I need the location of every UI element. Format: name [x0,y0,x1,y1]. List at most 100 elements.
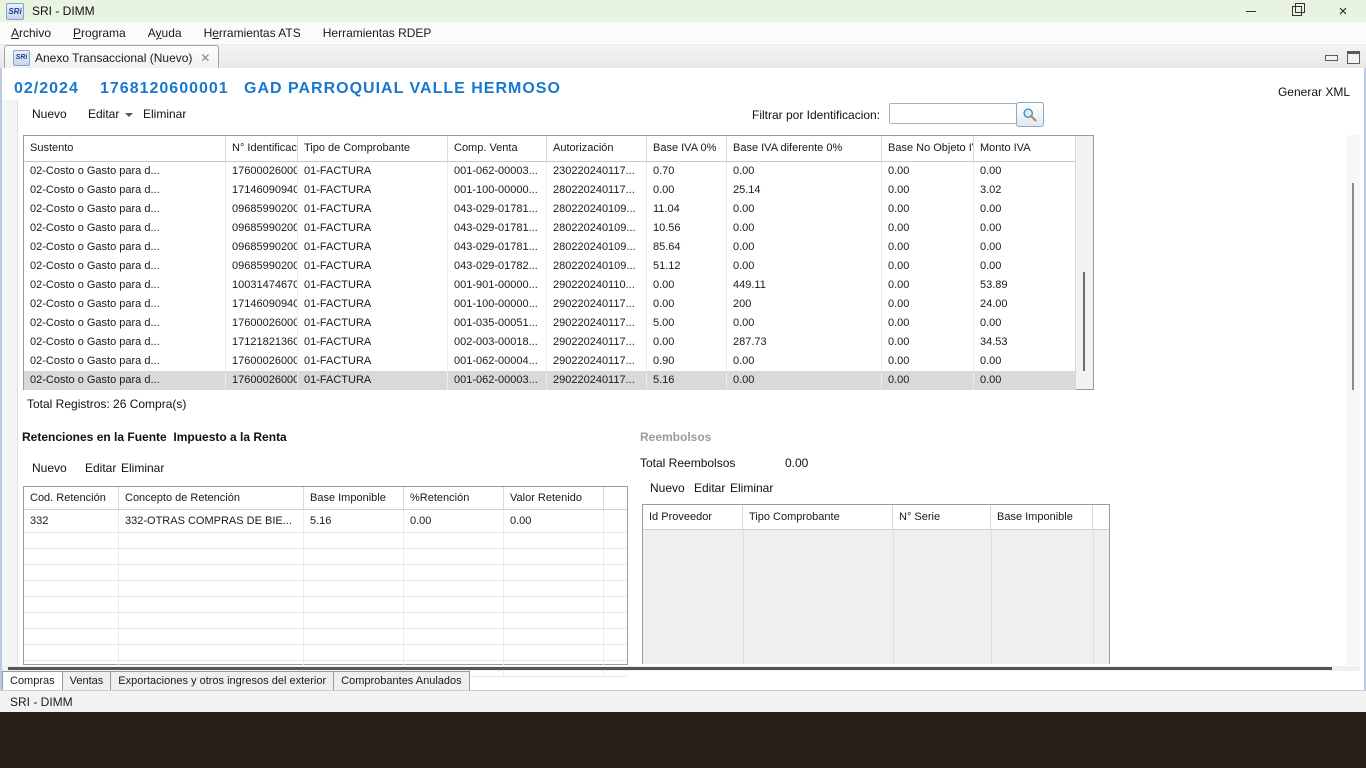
scrollbar-thumb[interactable] [8,667,1332,670]
table-cell: 0.00 [882,219,974,238]
menu-item-4[interactable]: Herramientas RDEP [312,22,443,44]
bottom-tab-3[interactable]: Comprobantes Anulados [334,671,469,691]
retenciones-eliminar-button[interactable]: Eliminar [121,461,164,475]
table-cell [604,613,627,628]
column-header: Id Proveedor [643,505,743,529]
table-cell: 0.00 [974,200,1076,219]
tab-close-icon[interactable]: ✕ [200,52,210,64]
table-cell: 001-035-00051... [448,314,547,333]
table-row[interactable]: 02-Costo o Gasto para d...17121821360010… [24,333,1076,352]
retenciones-table-header: Cod. RetenciónConcepto de RetenciónBase … [24,487,627,510]
bottom-tab-2[interactable]: Exportaciones y otros ingresos del exter… [111,671,334,691]
view-minimize-icon[interactable] [1325,55,1338,61]
compras-table-scrollbar[interactable] [1075,136,1093,389]
table-cell: 001-100-00000... [448,295,547,314]
scrollbar-thumb[interactable] [1352,183,1354,390]
table-cell: 001-100-00000... [448,181,547,200]
table-cell: 0.90 [647,352,727,371]
table-cell: 0968599020001 [226,257,298,276]
table-cell: 280220240109... [547,219,647,238]
bottom-tab-0[interactable]: Compras [2,671,63,691]
view-vertical-scrollbar[interactable] [1347,135,1360,665]
table-row[interactable]: 02-Costo o Gasto para d...17600026000010… [24,352,1076,371]
menu-item-3[interactable]: Herramientas ATS [193,22,312,44]
application-window: SRi SRI - DIMM × ArchivoProgramaAyudaHer… [0,0,1366,768]
table-cell: 0968599020001 [226,200,298,219]
column-separator [1093,530,1094,664]
table-cell [24,629,119,644]
compras-nuevo-button[interactable]: Nuevo [32,107,67,121]
table-cell: 0.00 [882,295,974,314]
table-row[interactable]: 02-Costo o Gasto para d...09685990200010… [24,219,1076,238]
table-cell: 290220240117... [547,371,647,390]
table-cell [404,597,504,612]
generar-xml-button[interactable]: Generar XML [1278,85,1350,99]
table-cell [504,565,604,580]
compras-eliminar-button[interactable]: Eliminar [143,107,186,121]
restore-button[interactable] [1274,0,1320,22]
table-cell: 280220240109... [547,238,647,257]
bottom-tab-1[interactable]: Ventas [63,671,112,691]
retenciones-editar-button[interactable]: Editar [85,461,116,475]
table-cell: 1760002600001 [226,352,298,371]
reembolsos-eliminar-button[interactable]: Eliminar [730,481,773,495]
table-row[interactable]: 02-Costo o Gasto para d...09685990200010… [24,200,1076,219]
table-row[interactable]: 332332-OTRAS COMPRAS DE BIE...5.160.000.… [24,510,627,533]
menu-item-0[interactable]: Archivo [0,22,62,44]
table-cell [504,549,604,564]
minimize-button[interactable] [1228,0,1274,22]
table-row[interactable]: 02-Costo o Gasto para d...09685990200010… [24,257,1076,276]
close-button[interactable]: × [1320,0,1366,22]
table-cell [304,533,404,548]
editar-dropdown-icon[interactable] [125,113,133,117]
table-cell: 85.64 [647,238,727,257]
table-cell [304,597,404,612]
table-cell: 0968599020001 [226,219,298,238]
table-cell: 0.00 [882,200,974,219]
reembolsos-nuevo-button[interactable]: Nuevo [650,481,685,495]
compras-table-header: SustentoN° IdentificaciónTipo de Comprob… [24,136,1076,162]
table-row[interactable]: 02-Costo o Gasto para d...17600026000010… [24,162,1076,181]
total-registros-label: Total Registros: 26 Compra(s) [27,397,186,411]
status-text: SRI - DIMM [10,695,73,709]
retenciones-nuevo-button[interactable]: Nuevo [32,461,67,475]
table-row[interactable]: 02-Costo o Gasto para d...10031474670010… [24,276,1076,295]
tab-anexo-transaccional[interactable]: SRi Anexo Transaccional (Nuevo) ✕ [4,45,219,69]
table-cell [24,533,119,548]
table-cell: 0.00 [882,371,974,390]
table-row[interactable]: 02-Costo o Gasto para d...17146090940010… [24,295,1076,314]
compras-editar-button[interactable]: Editar [88,107,119,121]
table-row[interactable]: 02-Costo o Gasto para d...17146090940010… [24,181,1076,200]
reembolsos-editar-button[interactable]: Editar [694,481,725,495]
table-cell: 53.89 [974,276,1076,295]
retenciones-table: Cod. RetenciónConcepto de RetenciónBase … [23,486,628,665]
table-row[interactable]: 02-Costo o Gasto para d...09685990200010… [24,238,1076,257]
scrollbar-thumb[interactable] [1083,272,1085,371]
table-row[interactable]: 02-Costo o Gasto para d...17600026000010… [24,314,1076,333]
menu-item-2[interactable]: Ayuda [137,22,193,44]
table-cell: 0.00 [974,162,1076,181]
filter-search-button[interactable] [1016,102,1044,127]
filter-input[interactable] [889,103,1017,124]
title-bar: SRi SRI - DIMM × [0,0,1366,22]
column-header: Tipo de Comprobante [298,136,448,161]
table-row[interactable]: 02-Costo o Gasto para d...17600026000010… [24,371,1076,390]
empty-table-row [24,533,627,549]
ruc-label: 1768120600001 [100,80,229,98]
table-cell: 290220240117... [547,295,647,314]
taskbar: 1 23°C Niebla Búsqueda [0,712,1366,768]
table-cell [304,565,404,580]
table-cell: 01-FACTURA [298,352,448,371]
view-maximize-icon[interactable] [1347,51,1360,64]
column-separator [893,530,894,664]
table-cell [604,533,627,548]
table-cell: 0.00 [882,162,974,181]
table-cell [504,645,604,660]
table-cell: 0.00 [727,219,882,238]
table-cell [604,565,627,580]
menu-item-1[interactable]: Programa [62,22,137,44]
table-cell [304,549,404,564]
table-cell [119,533,304,548]
table-cell [504,629,604,644]
table-cell [504,581,604,596]
